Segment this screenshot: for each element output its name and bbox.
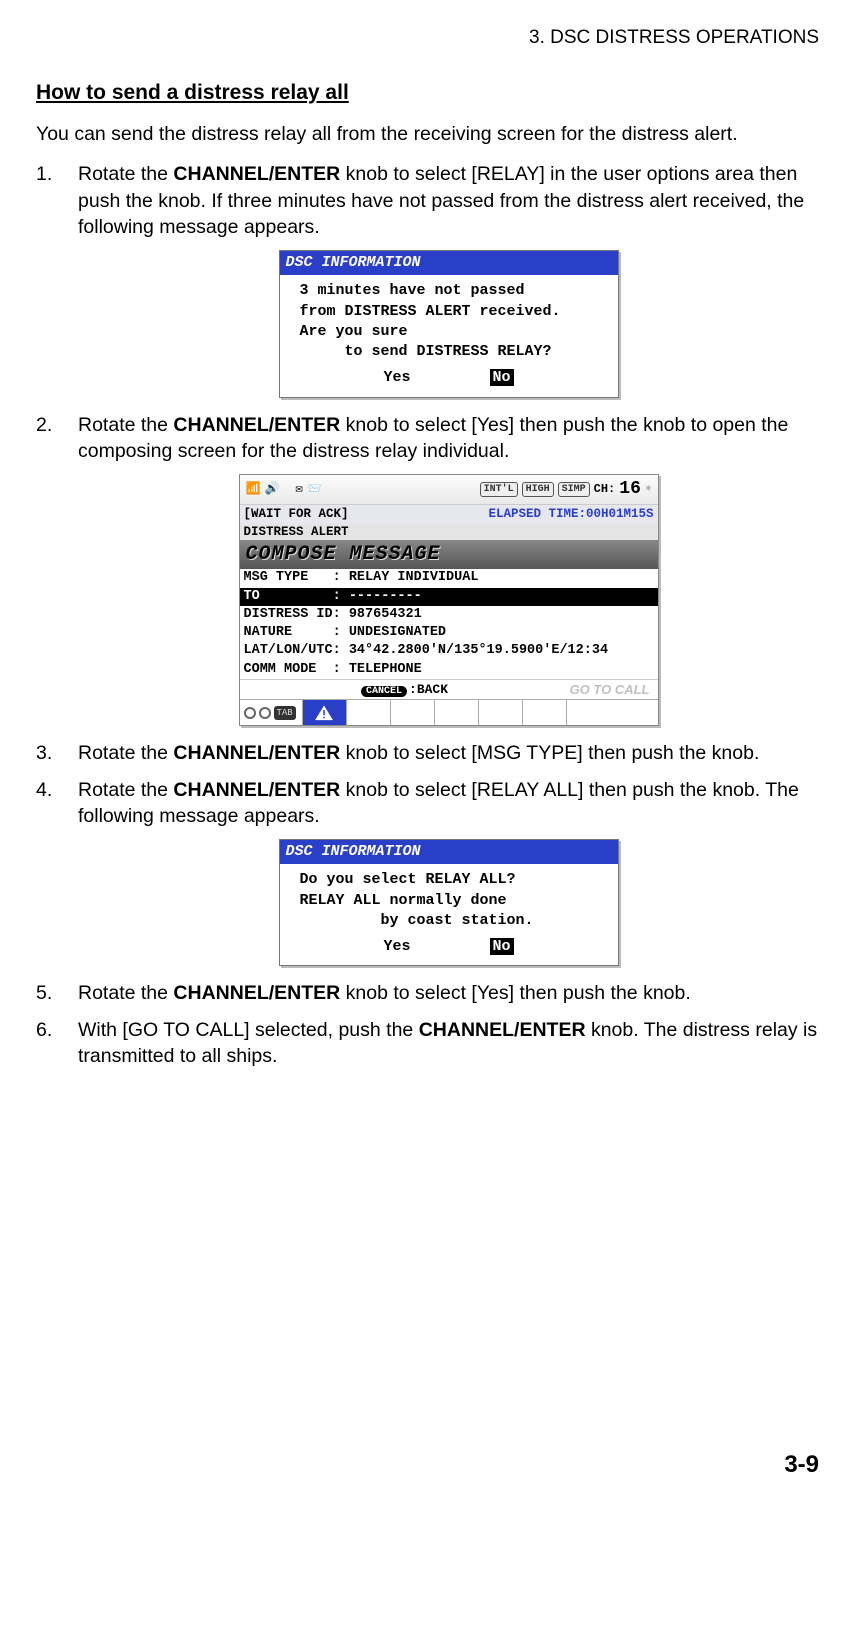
- tab-slot[interactable]: [390, 700, 434, 725]
- intro-paragraph: You can send the distress relay all from…: [36, 121, 819, 147]
- high-badge: HIGH: [522, 482, 554, 498]
- back-row: CANCEL:BACK GO TO CALL: [240, 679, 658, 700]
- go-to-call-button[interactable]: GO TO CALL: [570, 681, 650, 699]
- distress-id-row: DISTRESS ID: 987654321: [240, 606, 658, 624]
- tab-slot[interactable]: [478, 700, 522, 725]
- step-4: Rotate the CHANNEL/ENTER knob to select …: [36, 777, 819, 967]
- compass-icon: ✳: [645, 482, 652, 497]
- knob-label: CHANNEL/ENTER: [173, 742, 340, 764]
- step-text: Rotate the: [78, 779, 173, 801]
- alert-icon: [315, 705, 333, 721]
- step-1: Rotate the CHANNEL/ENTER knob to select …: [36, 161, 819, 397]
- intl-badge: INT'L: [480, 482, 518, 498]
- step-5: Rotate the CHANNEL/ENTER knob to select …: [36, 980, 819, 1006]
- dialog-buttons: Yes No: [280, 364, 618, 396]
- tab-slot[interactable]: [522, 700, 566, 725]
- yes-button[interactable]: Yes: [383, 938, 410, 955]
- no-button[interactable]: No: [490, 938, 514, 955]
- status-bar: 📶 🔊 ✉ 📨 INT'L HIGH SIMP CH: 16 ✳: [240, 475, 658, 504]
- lat-lon-row: LAT/LON/UTC: 34°42.2800'N/135°19.5900'E/…: [240, 642, 658, 660]
- tab-bar: TAB: [240, 699, 658, 725]
- dialog-body: Do you select RELAY ALL? RELAY ALL norma…: [280, 864, 618, 933]
- step-text: knob to select [MSG TYPE] then push the …: [340, 742, 759, 764]
- dsc-info-dialog-1: DSC INFORMATION 3 minutes have not passe…: [279, 250, 619, 398]
- step-text: Rotate the: [78, 742, 173, 764]
- step-text: Rotate the: [78, 414, 173, 436]
- tab-filler: [566, 700, 658, 725]
- tab-slot[interactable]: [346, 700, 390, 725]
- yes-button[interactable]: Yes: [383, 369, 410, 386]
- elapsed-time: ELAPSED TIME:00H01M15S: [488, 506, 653, 523]
- tab-active[interactable]: [302, 700, 346, 725]
- cancel-pill[interactable]: CANCEL: [361, 686, 407, 697]
- knob-label: CHANNEL/ENTER: [419, 1019, 586, 1041]
- knob-icon: [244, 707, 256, 719]
- page-number: 3-9: [36, 1449, 819, 1481]
- step-text: With [GO TO CALL] selected, push the: [78, 1019, 419, 1041]
- step-3: Rotate the CHANNEL/ENTER knob to select …: [36, 740, 819, 766]
- tab-slot[interactable]: [434, 700, 478, 725]
- mailbox-icon: 📨: [307, 481, 322, 497]
- signal-icon: 📶: [246, 481, 261, 497]
- knob-label: CHANNEL/ENTER: [173, 779, 340, 801]
- simp-badge: SIMP: [558, 482, 590, 498]
- mail-icon: ✉: [295, 481, 302, 497]
- dialog-title: DSC INFORMATION: [280, 840, 618, 864]
- step-text: knob to select [Yes] then push the knob.: [340, 982, 691, 1004]
- wait-for-ack-row: [WAIT FOR ACK] ELAPSED TIME:00H01M15S: [240, 505, 658, 524]
- nature-row: NATURE : UNDESIGNATED: [240, 624, 658, 642]
- speaker-icon: 🔊: [264, 481, 279, 497]
- knob-icon: [259, 707, 271, 719]
- knob-label: CHANNEL/ENTER: [173, 982, 340, 1004]
- comm-mode-row: COMM MODE : TELEPHONE: [240, 661, 658, 679]
- step-text: Rotate the: [78, 163, 173, 185]
- to-row[interactable]: TO : ---------: [240, 588, 658, 606]
- compose-message-screen: 📶 🔊 ✉ 📨 INT'L HIGH SIMP CH: 16 ✳ [WAIT F…: [239, 474, 659, 726]
- chapter-header: 3. DSC DISTRESS OPERATIONS: [36, 25, 819, 51]
- dialog-body: 3 minutes have not passed from DISTRESS …: [280, 275, 618, 364]
- compose-header: COMPOSE MESSAGE: [240, 540, 658, 569]
- dialog-title: DSC INFORMATION: [280, 251, 618, 275]
- dsc-info-dialog-2: DSC INFORMATION Do you select RELAY ALL?…: [279, 839, 619, 966]
- dialog-buttons: Yes No: [280, 933, 618, 965]
- no-button[interactable]: No: [490, 369, 514, 386]
- channel-number: 16: [619, 477, 641, 501]
- wait-label: [WAIT FOR ACK]: [244, 506, 349, 523]
- knob-label: CHANNEL/ENTER: [173, 163, 340, 185]
- step-2: Rotate the CHANNEL/ENTER knob to select …: [36, 412, 819, 727]
- knob-label: CHANNEL/ENTER: [173, 414, 340, 436]
- distress-alert-row: DISTRESS ALERT: [240, 524, 658, 541]
- section-title: How to send a distress relay all: [36, 79, 819, 107]
- ch-label: CH:: [594, 481, 616, 497]
- msg-type-row[interactable]: MSG TYPE : RELAY INDIVIDUAL: [240, 569, 658, 587]
- step-6: With [GO TO CALL] selected, push the CHA…: [36, 1017, 819, 1070]
- back-label: :BACK: [409, 682, 448, 697]
- step-text: Rotate the: [78, 982, 173, 1004]
- steps-list: Rotate the CHANNEL/ENTER knob to select …: [36, 161, 819, 1069]
- tab-button[interactable]: TAB: [274, 706, 296, 720]
